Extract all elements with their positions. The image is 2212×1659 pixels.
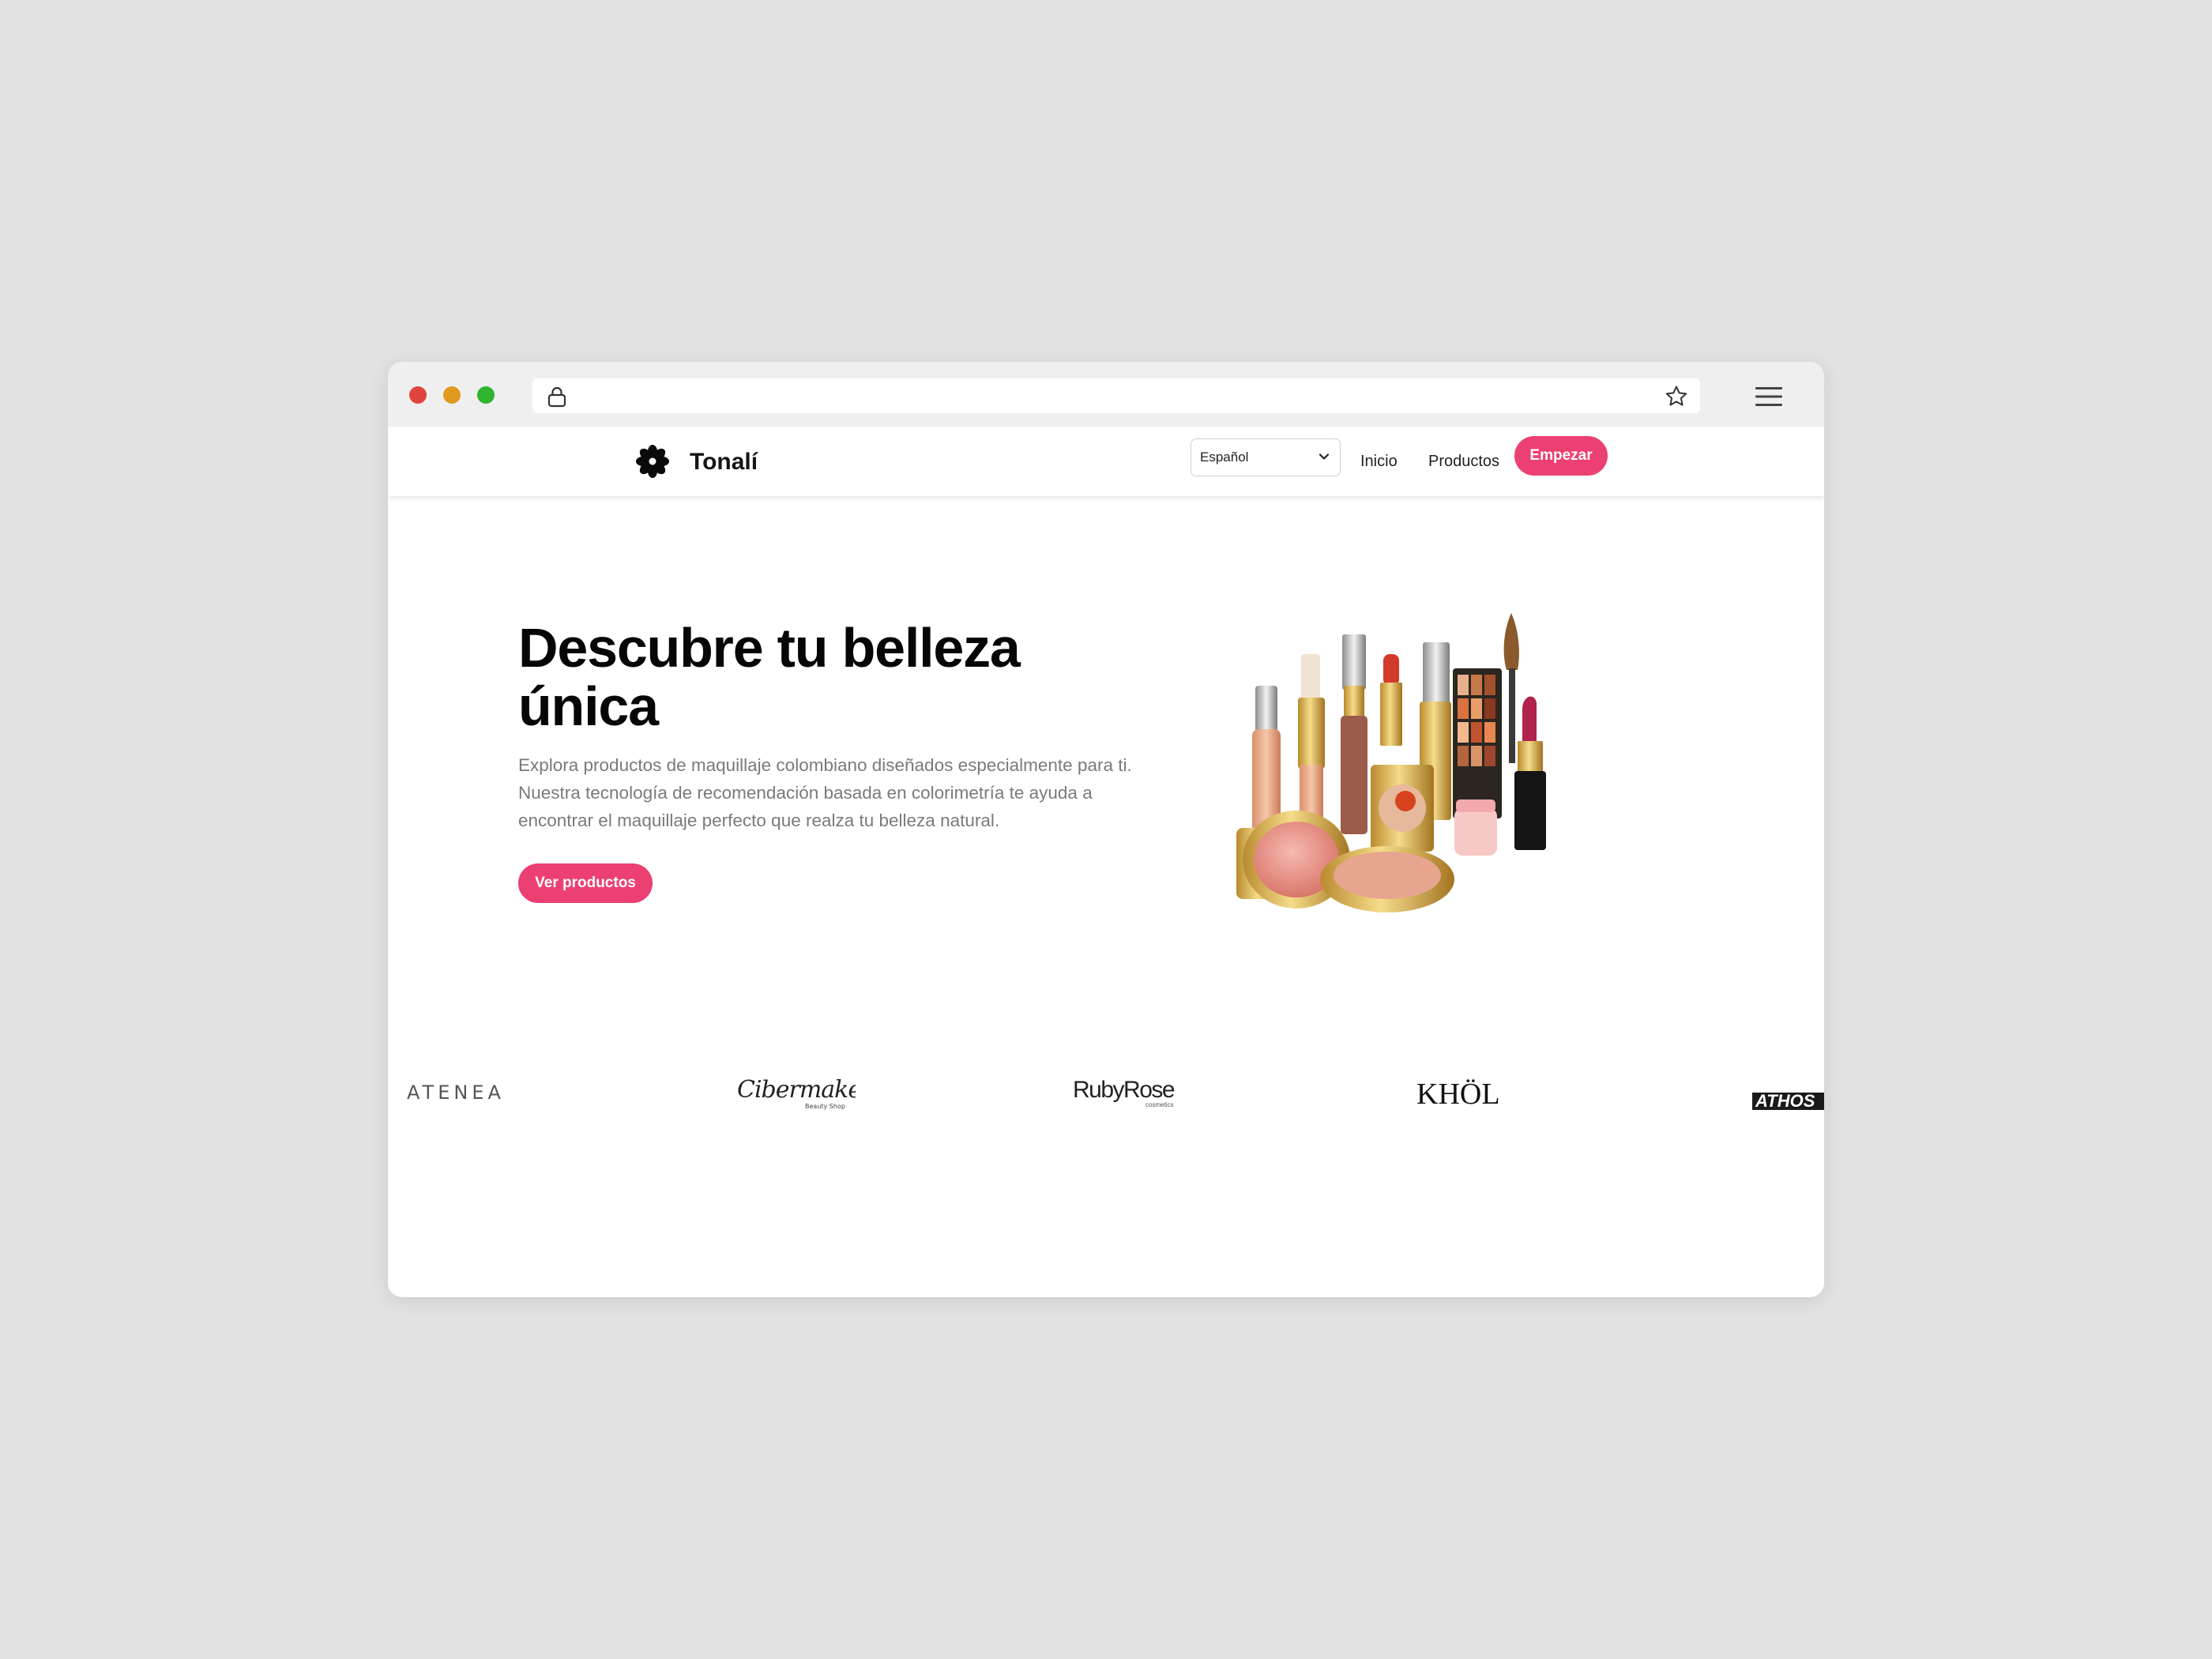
- khol-logo-text: KHÖL: [1416, 1078, 1500, 1111]
- atenea-logo-text: ATENEA: [407, 1082, 505, 1104]
- khol-logo: KHÖL: [1416, 1078, 1500, 1111]
- hero-title: Descubre tu belleza única: [518, 619, 1150, 735]
- rubyrose-logo-subtext: cosmetics: [1146, 1101, 1174, 1108]
- athos-logo-text: ATHOS: [1755, 1091, 1815, 1111]
- cosmetics-hero-image: [1236, 613, 1546, 912]
- nav-link-inicio[interactable]: Inicio: [1360, 444, 1398, 479]
- brand-name[interactable]: Tonalí: [690, 444, 758, 480]
- cibermake-logo-text: Cibermake: [737, 1076, 856, 1104]
- flower-logo-icon[interactable]: [634, 443, 671, 480]
- hero-title-line2: única: [518, 675, 659, 737]
- cibermake-logo: Cibermake Beauty Shop: [737, 1076, 856, 1110]
- rubyrose-logo: RubyRose cosmetics: [1073, 1077, 1176, 1108]
- site-navbar: Tonalí Español Inicio Productos Empezar: [388, 427, 1824, 496]
- address-bar[interactable]: [532, 378, 1700, 413]
- minimize-window-button[interactable]: [443, 386, 461, 404]
- language-select-value: Español: [1200, 450, 1249, 465]
- hero-description: Explora productos de maquillaje colombia…: [518, 755, 1132, 830]
- hamburger-menu-icon[interactable]: [1755, 386, 1783, 408]
- hero-title-line1: Descubre tu belleza: [518, 617, 1021, 679]
- cibermake-logo-subtext: Beauty Shop: [805, 1103, 845, 1110]
- lock-icon: [547, 386, 566, 408]
- browser-toolbar: [388, 362, 1824, 427]
- empezar-button[interactable]: Empezar: [1514, 436, 1608, 476]
- chevron-down-icon: [1319, 453, 1330, 460]
- ver-productos-button[interactable]: Ver productos: [518, 863, 653, 903]
- athos-logo: ATHOS: [1752, 1091, 1824, 1111]
- browser-window: Tonalí Español Inicio Productos Empezar …: [388, 362, 1824, 1297]
- language-select[interactable]: Español: [1191, 438, 1341, 476]
- close-window-button[interactable]: [409, 386, 427, 404]
- maximize-window-button[interactable]: [477, 386, 495, 404]
- atenea-logo: ATENEA: [407, 1082, 505, 1104]
- nav-link-productos[interactable]: Productos: [1428, 444, 1499, 479]
- bookmark-star-icon[interactable]: [1664, 384, 1689, 409]
- rubyrose-logo-text: RubyRose: [1073, 1077, 1175, 1103]
